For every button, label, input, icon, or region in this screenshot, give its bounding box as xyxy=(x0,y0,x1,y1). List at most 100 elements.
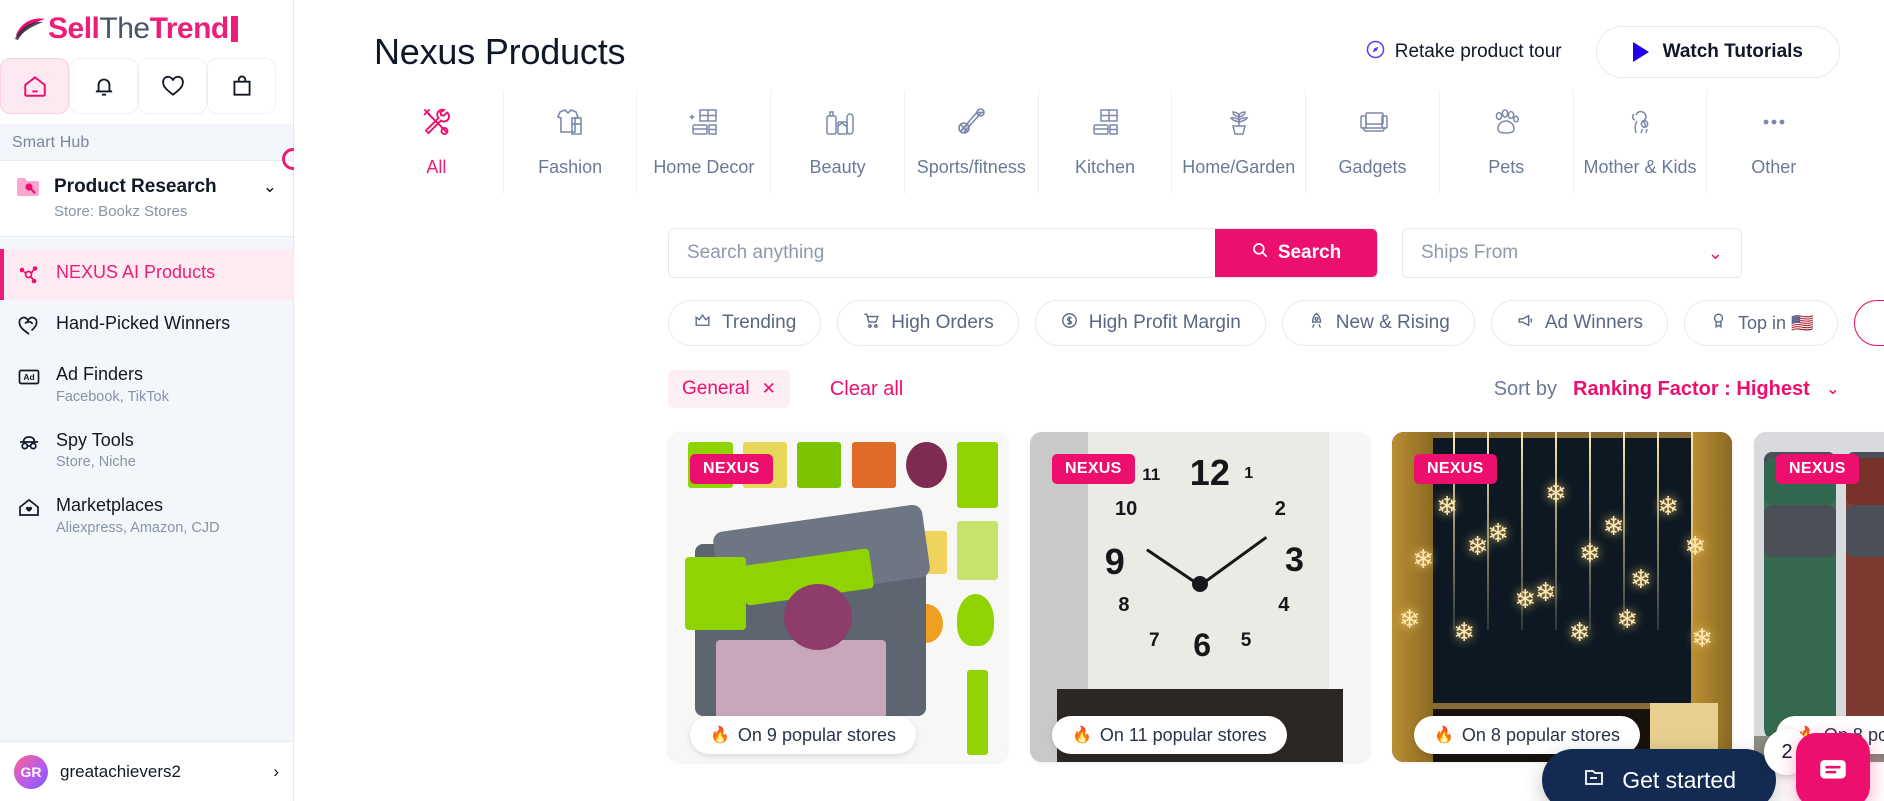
flame-icon: 🔥 xyxy=(710,727,730,744)
category-tab-home-decor[interactable]: Home Decor xyxy=(637,90,772,194)
chat-button[interactable] xyxy=(1796,733,1870,801)
close-icon[interactable]: ✕ xyxy=(762,379,776,399)
get-started-widget[interactable]: Get started xyxy=(1542,749,1776,801)
retake-product-tour-button[interactable]: Retake product tour xyxy=(1365,39,1562,66)
ad-icon: Ad xyxy=(16,364,42,390)
sidebar-item-nexus-ai-products[interactable]: NEXUS AI Products xyxy=(0,249,293,300)
category-label: All xyxy=(426,157,447,177)
notifications-icon-button[interactable] xyxy=(69,58,138,114)
chip-label: High Profit Margin xyxy=(1088,312,1241,333)
paw-icon xyxy=(1486,102,1526,147)
svg-text:Ad: Ad xyxy=(23,372,34,382)
chip-trending[interactable]: Trending xyxy=(668,300,822,346)
chip-label: High Orders xyxy=(891,312,994,333)
popular-stores-badge: 🔥 On 9 popular stores xyxy=(690,716,917,754)
chevron-right-icon[interactable]: › xyxy=(273,762,279,782)
chip-high-orders[interactable]: High Orders xyxy=(837,300,1019,346)
ships-from-label: Ships From xyxy=(1421,242,1519,263)
crown-icon xyxy=(693,311,712,336)
marketplace-icon xyxy=(16,495,42,521)
product-card[interactable]: NEXUS 🔥 On 9 popular stores xyxy=(668,432,1008,762)
category-label: Sports/fitness xyxy=(916,157,1026,177)
sidebar-item-label: Spy Tools xyxy=(56,429,134,450)
popular-stores-label: On 9 popular stores xyxy=(737,724,897,745)
sidebar: SellTheTrend Smart Hub Product Research … xyxy=(0,0,304,801)
user-account-bar[interactable]: GR greatachievers2 › xyxy=(0,741,293,801)
sidebar-item-sublabel: Aliexpress, Amazon, CJD xyxy=(56,519,220,536)
rocket-icon xyxy=(1307,311,1326,336)
sidebar-item-hand-picked-winners[interactable]: Hand-Picked Winners xyxy=(0,300,293,351)
product-card[interactable]: 12 11 1 10 2 9 3 8 4 7 6 5 NEXUS 🔥 On 11… xyxy=(1030,432,1370,762)
brand-logo[interactable]: SellTheTrend xyxy=(0,0,293,58)
home-icon-button[interactable] xyxy=(0,58,69,114)
cosmetics-icon xyxy=(818,102,858,147)
chip-ad-winners[interactable]: Ad Winners xyxy=(1490,300,1669,346)
furniture-icon xyxy=(684,102,724,147)
sidebar-item-sublabel: Store, Niche xyxy=(56,454,136,470)
category-tab-gadgets[interactable]: Gadgets xyxy=(1306,90,1440,194)
sidebar-item-marketplaces[interactable]: Marketplaces Aliexpress, Amazon, CJD xyxy=(0,482,293,548)
page-title: Nexus Products xyxy=(374,31,626,72)
bell-icon xyxy=(95,78,112,96)
chevron-down-icon[interactable]: ⌄ xyxy=(1826,379,1840,399)
plant-icon xyxy=(1219,102,1259,147)
store-selector-card[interactable]: Product Research ⌄ Store: Bookz Stores xyxy=(0,148,304,237)
category-tab-other[interactable]: Other xyxy=(1707,90,1840,194)
get-started-label: Get started xyxy=(1622,766,1736,793)
sort-by-control: Sort by Ranking Factor : Highest ⌄ xyxy=(1494,378,1840,401)
category-label: Beauty xyxy=(809,157,866,177)
more-filters-button[interactable]: More filters xyxy=(1854,300,1884,346)
search-input[interactable] xyxy=(669,229,1215,277)
chip-top-in-us[interactable]: Top in 🇺🇸 xyxy=(1684,300,1839,346)
sidebar-item-spy-tools[interactable]: Spy Tools Store, Niche xyxy=(0,417,293,483)
flame-icon: 🔥 xyxy=(1434,727,1454,744)
megaphone-icon xyxy=(1516,311,1535,336)
nexus-badge: NEXUS xyxy=(1414,454,1497,484)
chevron-down-icon: ⌄ xyxy=(1707,242,1723,263)
store-icon-button[interactable] xyxy=(207,58,276,114)
sports-icon xyxy=(951,102,991,147)
filter-tag-general[interactable]: General ✕ xyxy=(668,370,790,408)
sidebar-quick-icons xyxy=(0,58,293,124)
watch-tutorials-button[interactable]: Watch Tutorials xyxy=(1595,26,1840,78)
product-card[interactable]: NEXUS 🔥 On 8 popular stores xyxy=(1754,432,1884,762)
dollar-icon xyxy=(1060,311,1079,336)
category-tab-mother-kids[interactable]: Mother & Kids xyxy=(1574,90,1708,194)
tools-icon xyxy=(416,102,456,147)
ships-from-select[interactable]: Ships From ⌄ xyxy=(1402,228,1742,278)
play-icon xyxy=(1632,42,1649,62)
category-tab-pets[interactable]: Pets xyxy=(1440,90,1574,194)
watch-tutorials-label: Watch Tutorials xyxy=(1662,41,1803,62)
favorites-icon-button[interactable] xyxy=(138,58,207,114)
category-label: Fashion xyxy=(538,157,603,177)
popular-stores-label: On 11 popular stores xyxy=(1099,724,1267,745)
sidebar-item-ad-finders[interactable]: Ad Ad Finders Facebook, TikTok xyxy=(0,351,293,417)
category-tab-beauty[interactable]: Beauty xyxy=(771,90,905,194)
chip-label: Top in 🇺🇸 xyxy=(1738,312,1814,333)
store-card-subtitle: Store: Bookz Stores xyxy=(54,203,188,220)
cart-icon xyxy=(862,311,881,336)
product-card[interactable]: ❄ ❄ ❄ ❄ ❄ ❄ ❄ ❄ ❄ ❄ ❄ ❄ ❄ ❄ ❄ ❄ ❄ NEXUS … xyxy=(1392,432,1732,762)
category-tab-fashion[interactable]: Fashion xyxy=(504,90,638,194)
filter-tag-label: General xyxy=(682,378,750,399)
chip-high-profit-margin[interactable]: High Profit Margin xyxy=(1034,300,1266,346)
chip-new-rising[interactable]: New & Rising xyxy=(1281,300,1475,346)
chat-bubble-icon xyxy=(1820,760,1846,779)
search-icon xyxy=(1251,241,1269,265)
app-root: SellTheTrend Smart Hub Product Research … xyxy=(0,0,1884,801)
search-button[interactable]: Search xyxy=(1215,229,1377,277)
category-label: Kitchen xyxy=(1075,157,1136,177)
chevron-down-icon[interactable]: ⌄ xyxy=(263,177,277,197)
sort-by-label: Sort by xyxy=(1493,377,1558,400)
search-button-label: Search xyxy=(1277,242,1342,263)
category-tab-home-garden[interactable]: Home/Garden xyxy=(1172,90,1307,194)
category-tab-kitchen[interactable]: Kitchen xyxy=(1039,90,1173,194)
category-tab-all[interactable]: All xyxy=(370,90,504,194)
sort-by-value[interactable]: Ranking Factor : Highest xyxy=(1573,378,1810,401)
product-grid: NEXUS 🔥 On 9 popular stores 12 11 1 10 2… xyxy=(668,432,1884,762)
research-folder-icon xyxy=(16,175,42,199)
category-tab-sports-fitness[interactable]: Sports/fitness xyxy=(905,90,1039,194)
brand-the: The xyxy=(99,12,150,45)
clear-all-button[interactable]: Clear all xyxy=(830,378,903,401)
nexus-node-icon xyxy=(16,262,42,288)
